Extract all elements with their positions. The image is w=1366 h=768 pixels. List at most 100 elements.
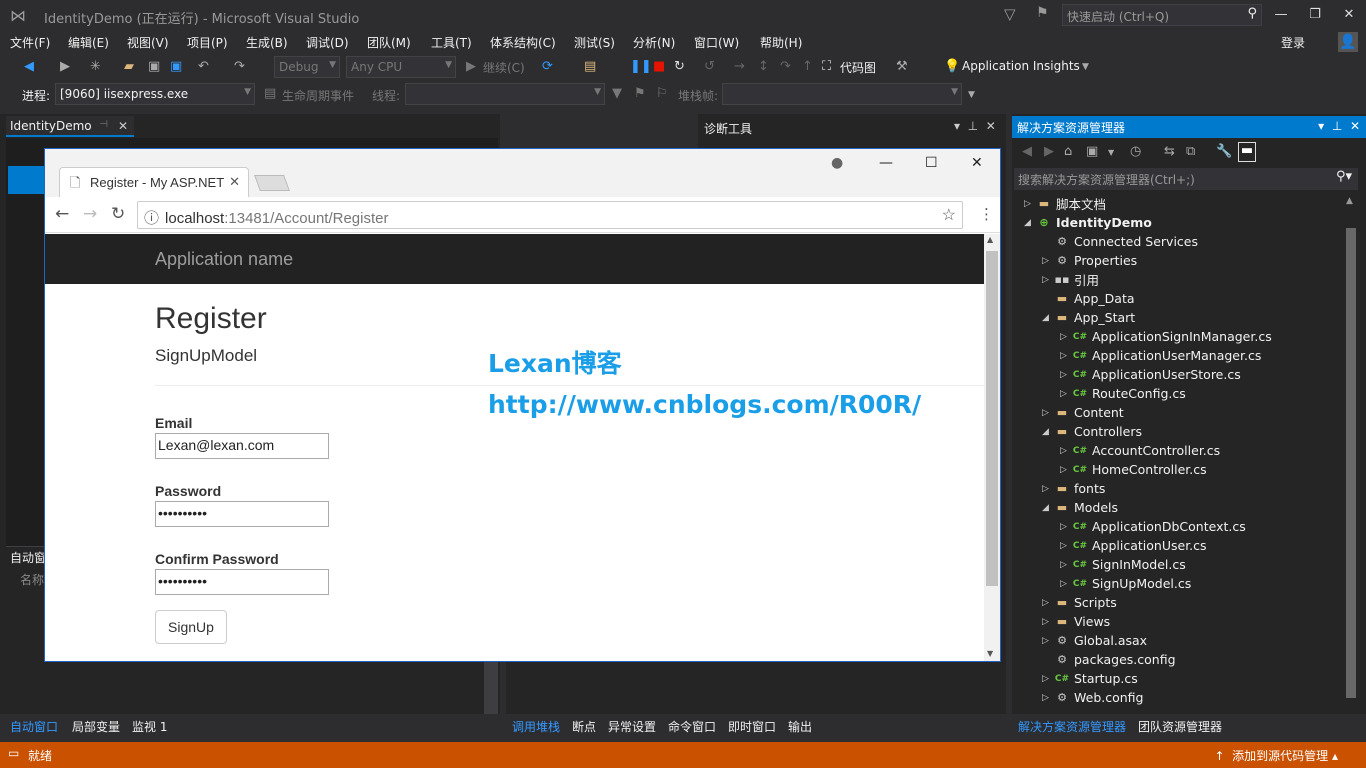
filter-icon[interactable]: ▽ <box>1004 5 1016 23</box>
stop-icon[interactable]: ■ <box>653 59 665 74</box>
tab-solution-explorer[interactable]: 解决方案资源管理器 <box>1018 718 1126 735</box>
flag-thread-icon[interactable]: ⚐ <box>656 86 668 101</box>
close-icon[interactable]: ✕ <box>229 174 240 190</box>
forward-nav-icon[interactable]: ▶ <box>60 59 70 74</box>
refresh-icon[interactable]: ⟳ <box>542 59 553 74</box>
close-button[interactable]: ✕ <box>971 155 983 171</box>
menu-test[interactable]: 测试(S) <box>574 34 615 51</box>
expand-arrow-icon[interactable]: ▷ <box>1042 617 1054 627</box>
tree-item[interactable]: ▷ ▬ 脚本文档 <box>1024 194 1106 213</box>
account-icon[interactable]: 👤 <box>1338 32 1358 52</box>
maximize-button[interactable]: ❐ <box>1300 4 1330 26</box>
close-icon[interactable]: ✕ <box>986 119 996 133</box>
expand-arrow-icon[interactable]: ▷ <box>1042 598 1054 608</box>
configuration-select[interactable]: Debug ▼ <box>274 56 340 78</box>
expand-arrow-icon[interactable]: ▷ <box>1060 522 1072 532</box>
chevron-down-icon[interactable]: ▼ <box>1082 62 1089 72</box>
confirm-password-field[interactable]: •••••••••• <box>155 569 329 595</box>
browser-menu-icon[interactable]: ⋮ <box>979 205 994 223</box>
tab-call-stack[interactable]: 调用堆栈 <box>512 718 560 735</box>
tree-item[interactable]: ▷ ⚙ Properties <box>1042 251 1137 270</box>
minimize-button[interactable]: — <box>1266 4 1296 26</box>
pin-icon[interactable]: ⊣ <box>99 119 108 130</box>
scrollbar-thumb[interactable] <box>1346 228 1356 698</box>
show-next-statement-icon[interactable]: ↺ <box>704 59 715 74</box>
maximize-button[interactable]: ☐ <box>925 155 938 171</box>
browser-link-icon[interactable]: ▤ <box>584 59 596 74</box>
undo-icon[interactable]: ↶ <box>198 59 209 74</box>
minimize-button[interactable]: — <box>879 155 893 171</box>
tree-item[interactable]: ▷ C# SignUpModel.cs <box>1060 574 1191 593</box>
scroll-up-icon[interactable]: ▲ <box>987 235 993 244</box>
collapse-arrow-icon[interactable]: ◢ <box>1042 313 1054 323</box>
tree-item[interactable]: ▬ App_Data <box>1042 289 1135 308</box>
menu-tools[interactable]: 工具(T) <box>431 34 472 51</box>
add-to-source-control-button[interactable]: ↑ 添加到源代码管理 ▴ <box>1214 747 1338 764</box>
chevron-down-icon[interactable]: ▾ <box>954 119 960 133</box>
expand-arrow-icon[interactable]: ▷ <box>1042 275 1054 285</box>
selected-list-item[interactable] <box>8 166 48 194</box>
tree-item[interactable]: ▷ ▪▪ 引用 <box>1042 270 1099 289</box>
expand-arrow-icon[interactable]: ▷ <box>1060 465 1072 475</box>
tree-item[interactable]: ◢ ▬ Models <box>1042 498 1118 517</box>
expand-arrow-icon[interactable]: ▷ <box>1060 389 1072 399</box>
sign-in-link[interactable]: 登录 <box>1281 34 1305 51</box>
menu-edit[interactable]: 编辑(E) <box>68 34 109 51</box>
expand-arrow-icon[interactable]: ▷ <box>1060 560 1072 570</box>
tab-exception-settings[interactable]: 异常设置 <box>608 718 656 735</box>
tree-item[interactable]: ▷ C# ApplicationDbContext.cs <box>1060 517 1246 536</box>
tab-autos[interactable]: 自动窗口 <box>10 718 58 735</box>
scroll-up-icon[interactable]: ▲ <box>1346 196 1353 206</box>
document-tab-identitydemo[interactable]: IdentityDemo ⊣ ✕ <box>6 116 134 137</box>
tree-item[interactable]: ▷ ▬ fonts <box>1042 479 1105 498</box>
flag-icon[interactable]: ⚑ <box>634 86 646 101</box>
menu-team[interactable]: 团队(M) <box>367 34 411 51</box>
scroll-down-icon[interactable]: ▼ <box>987 649 993 658</box>
back-icon[interactable]: ◀ <box>1022 144 1032 159</box>
code-map-icon[interactable]: ⛶ <box>822 59 831 74</box>
lifecycle-events-button[interactable]: 生命周期事件 <box>282 87 354 104</box>
user-profile-icon[interactable]: ● <box>831 155 843 171</box>
expand-arrow-icon[interactable]: ▷ <box>1042 693 1054 703</box>
tree-item[interactable]: ▷ C# ApplicationUserStore.cs <box>1060 365 1241 384</box>
tree-item[interactable]: ▷ C# AccountController.cs <box>1060 441 1220 460</box>
expand-arrow-icon[interactable]: ▷ <box>1042 484 1054 494</box>
switch-views-icon[interactable]: ▣ <box>1086 144 1098 159</box>
pause-icon[interactable]: ❚❚ <box>630 59 652 74</box>
tree-item[interactable]: ▷ C# Startup.cs <box>1042 669 1138 688</box>
tree-item[interactable]: ▷ C# ApplicationUser.cs <box>1060 536 1207 555</box>
tab-watch-1[interactable]: 监视 1 <box>132 718 167 735</box>
collapse-all-icon[interactable]: ⧉ <box>1186 144 1195 159</box>
step-out-icon[interactable]: ↷ <box>780 59 791 74</box>
continue-button[interactable]: 继续(C) <box>483 59 525 76</box>
application-insights-button[interactable]: Application Insights <box>962 59 1080 73</box>
tree-item[interactable]: ▷ ▬ Views <box>1042 612 1110 631</box>
tree-item[interactable]: ▷ C# RouteConfig.cs <box>1060 384 1186 403</box>
tree-item[interactable]: ⚙ packages.config <box>1042 650 1175 669</box>
forward-icon[interactable]: ▶ <box>1044 144 1054 159</box>
menu-build[interactable]: 生成(B) <box>246 34 288 51</box>
signup-button[interactable]: SignUp <box>155 610 227 644</box>
reload-icon[interactable]: ↻ <box>111 204 125 224</box>
new-project-icon[interactable]: ✳ <box>90 59 101 74</box>
continue-icon[interactable]: ▶ <box>466 59 476 74</box>
tree-item[interactable]: ▷ ⚙ Web.config <box>1042 688 1143 707</box>
notification-icon[interactable]: ⚑ <box>1036 5 1049 21</box>
step-up-icon[interactable]: ↑ <box>802 59 813 74</box>
menu-help[interactable]: 帮助(H) <box>760 34 802 51</box>
chevron-down-icon[interactable]: ▾ <box>1318 119 1324 133</box>
expand-arrow-icon[interactable]: ▷ <box>1060 579 1072 589</box>
collapse-arrow-icon[interactable]: ◢ <box>1042 503 1054 513</box>
password-field[interactable]: •••••••••• <box>155 501 329 527</box>
scrollbar-thumb[interactable] <box>986 251 998 586</box>
menu-view[interactable]: 视图(V) <box>127 34 169 51</box>
menu-analyze[interactable]: 分析(N) <box>633 34 675 51</box>
code-map-button[interactable]: 代码图 <box>840 59 876 76</box>
expand-arrow-icon[interactable]: ▷ <box>1024 199 1036 209</box>
open-folder-icon[interactable]: ▰ <box>124 59 134 74</box>
redo-icon[interactable]: ↷ <box>234 59 245 74</box>
menu-project[interactable]: 项目(P) <box>187 34 228 51</box>
quick-launch-input[interactable]: 快速启动 (Ctrl+Q) ⚲ <box>1062 4 1262 26</box>
menu-window[interactable]: 窗口(W) <box>694 34 739 51</box>
info-icon[interactable]: ⓘ <box>144 210 159 227</box>
